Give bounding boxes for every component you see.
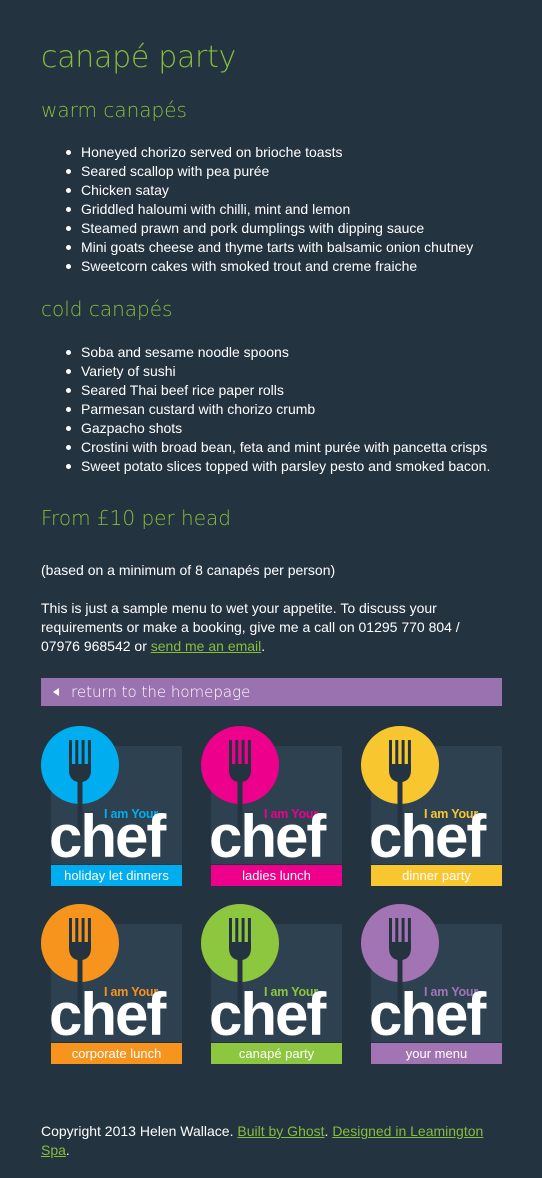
tile-brand-chef: chef: [209, 981, 326, 1048]
triangle-left-icon: [53, 688, 59, 696]
list-item: Sweet potato slices topped with parsley …: [63, 457, 503, 476]
cold-canapes-list: Soba and sesame noodle spoons Variety of…: [63, 343, 503, 476]
tile-brand-chef: chef: [49, 803, 166, 870]
list-item: Parmesan custard with chorizo crumb: [63, 400, 503, 419]
menu-tile-canape-party[interactable]: I am Your chef canapé party: [201, 904, 342, 1064]
return-homepage-label: return to the homepage: [71, 683, 251, 701]
cold-canapes-heading: cold canapés: [41, 297, 173, 321]
tile-label: corporate lunch: [51, 1043, 182, 1064]
list-item: Soba and sesame noodle spoons: [63, 343, 503, 362]
list-item: Mini goats cheese and thyme tarts with b…: [63, 238, 503, 257]
list-item: Steamed prawn and pork dumplings with di…: [63, 219, 503, 238]
list-item: Gazpacho shots: [63, 419, 503, 438]
copyright-text: Copyright 2013 Helen Wallace.: [41, 1123, 238, 1139]
list-item: Griddled haloumi with chilli, mint and l…: [63, 200, 503, 219]
tile-brand-chef: chef: [209, 803, 326, 870]
menu-tile-holiday-let-dinners[interactable]: I am Your chef holiday let dinners: [41, 726, 182, 886]
list-item: Seared Thai beef rice paper rolls: [63, 381, 503, 400]
menu-tile-corporate-lunch[interactable]: I am Your chef corporate lunch: [41, 904, 182, 1064]
tile-brand-chef: chef: [369, 803, 486, 870]
tile-label: ladies lunch: [211, 865, 342, 886]
list-item: Sweetcorn cakes with smoked trout and cr…: [63, 257, 503, 276]
tile-brand-chef: chef: [369, 981, 486, 1048]
price-heading: From £10 per head: [41, 506, 231, 530]
minimum-note: (based on a minimum of 8 canapés per per…: [41, 562, 336, 578]
list-item: Chicken satay: [63, 181, 503, 200]
list-item: Seared scallop with pea purée: [63, 162, 503, 181]
footer: Copyright 2013 Helen Wallace. Built by G…: [41, 1122, 502, 1160]
menu-tiles-grid: I am Your chef holiday let dinners I am You…: [41, 726, 502, 1066]
sample-menu-text: This is just a sample menu to wet your a…: [41, 599, 481, 656]
built-by-ghost-link[interactable]: Built by Ghost: [237, 1123, 324, 1139]
list-item: Honeyed chorizo served on brioche toasts: [63, 143, 503, 162]
menu-tile-ladies-lunch[interactable]: I am Your chef ladies lunch: [201, 726, 342, 886]
return-homepage-button[interactable]: return to the homepage: [41, 678, 502, 706]
page-title: canapé party: [41, 40, 236, 75]
menu-tile-your-menu[interactable]: I am Your chef your menu: [361, 904, 502, 1064]
tile-label: holiday let dinners: [51, 865, 182, 886]
sample-menu-end: .: [261, 638, 266, 654]
tile-label: your menu: [371, 1043, 502, 1064]
tile-label: dinner party: [371, 865, 502, 886]
warm-canapes-heading: warm canapés: [41, 98, 187, 122]
email-link[interactable]: send me an email: [151, 638, 262, 654]
menu-tile-dinner-party[interactable]: I am Your chef dinner party: [361, 726, 502, 886]
warm-canapes-list: Honeyed chorizo served on brioche toasts…: [63, 143, 503, 276]
list-item: Crostini with broad bean, feta and mint …: [63, 438, 503, 457]
list-item: Variety of sushi: [63, 362, 503, 381]
tile-label: canapé party: [211, 1043, 342, 1064]
footer-end: .: [65, 1142, 70, 1158]
tile-brand-chef: chef: [49, 981, 166, 1048]
